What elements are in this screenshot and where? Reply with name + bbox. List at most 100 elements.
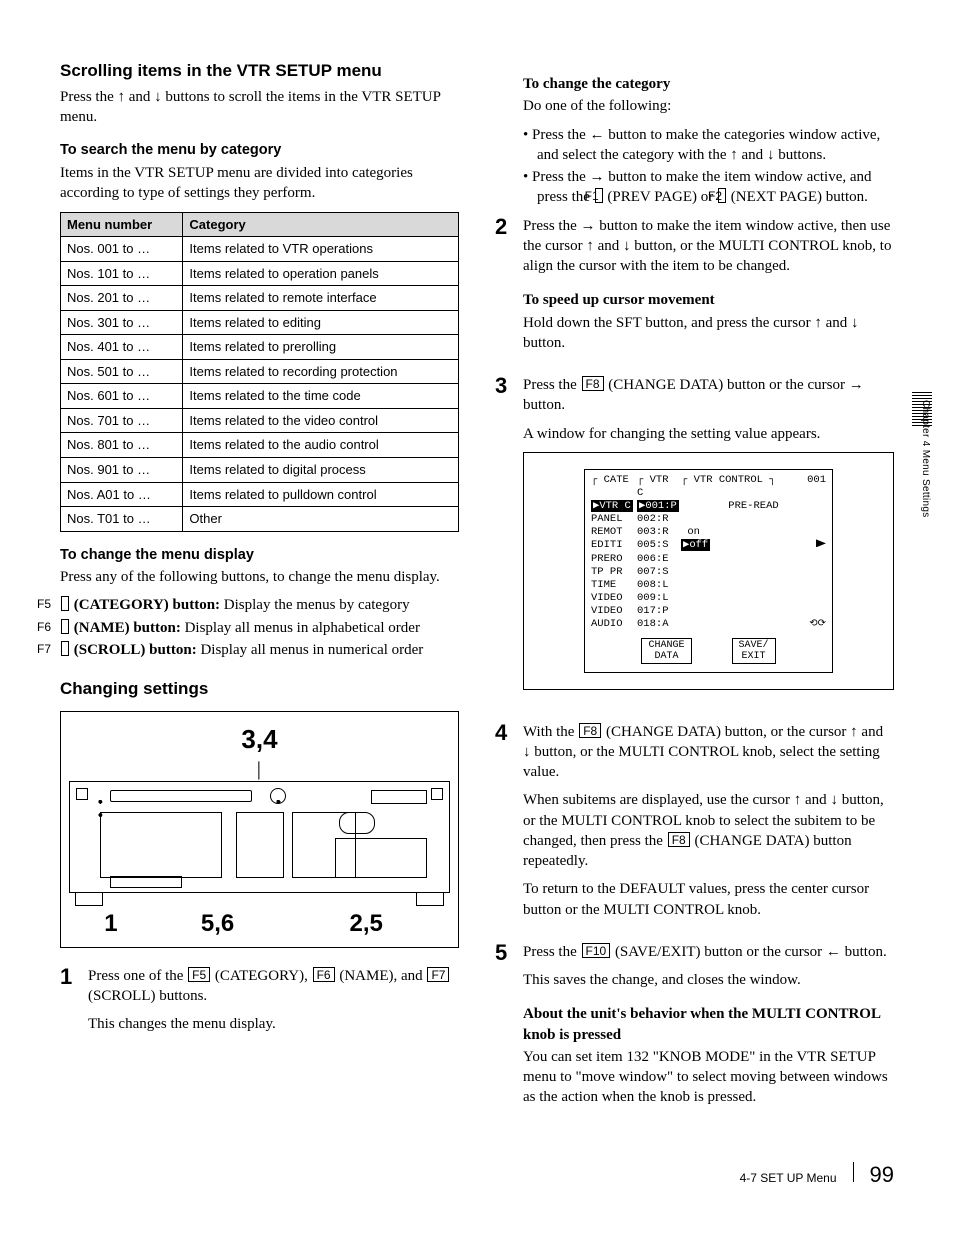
screen-text: VIDEO — [591, 592, 637, 605]
text: (NAME), and — [336, 968, 427, 984]
step-text: With the F8 (CHANGE DATA) button, or the… — [523, 722, 894, 783]
text: Display all menus in alphabetical order — [181, 620, 420, 636]
left-arrow-icon: ← — [590, 127, 605, 143]
step-1: 1 Press one of the F5 (CATEGORY), F6 (NA… — [60, 966, 459, 1043]
text: (CHANGE DATA) button, or the cursor — [602, 724, 850, 740]
step-text: When subitems are displayed, use the cur… — [523, 790, 894, 871]
step-text: Press one of the F5 (CATEGORY), F6 (NAME… — [88, 966, 459, 1007]
f6-key-icon: F6 — [313, 967, 335, 982]
cell: Nos. T01 to … — [61, 507, 183, 532]
screen-text: AUDIO — [591, 618, 637, 632]
right-arrow-icon: → — [849, 377, 864, 393]
right-column: To change the category Do one of the fol… — [495, 60, 894, 1130]
footer-section: 4-7 SET UP Menu — [740, 1170, 837, 1186]
cell: Other — [183, 507, 459, 532]
up-arrow-icon: ↑ — [118, 89, 126, 105]
callout-25: 2,5 — [282, 908, 450, 940]
table-row: Nos. 001 to …Items related to VTR operat… — [61, 237, 459, 262]
screen-text: 017:P — [637, 605, 681, 618]
step-text: Press the → button to make the item wind… — [523, 216, 894, 277]
f5-key-icon: F5 — [61, 596, 69, 611]
cell: Items related to VTR operations — [183, 237, 459, 262]
subhead-search: To search the menu by category — [60, 141, 459, 161]
text: button, or the MULTI CONTROL knob, selec… — [523, 744, 880, 780]
device-buttons — [110, 876, 182, 888]
step-text: Press the F8 (CHANGE DATA) button or the… — [523, 375, 894, 416]
heading-scrolling: Scrolling items in the VTR SETUP menu — [60, 60, 459, 83]
text: Press the — [532, 127, 590, 143]
step-4: 4 With the F8 (CHANGE DATA) button, or t… — [495, 722, 894, 928]
screen-text: CATE — [604, 474, 629, 486]
text: and — [822, 315, 851, 331]
leader-line: │ — [69, 761, 450, 781]
cell: Nos. A01 to … — [61, 482, 183, 507]
cell: Items related to pulldown control — [183, 482, 459, 507]
device-body — [69, 781, 450, 893]
change-display-para: Press any of the following buttons, to c… — [60, 567, 459, 587]
screen-text: 002:R — [637, 513, 681, 526]
table-row: Nos. 101 to …Items related to operation … — [61, 261, 459, 286]
cell: Nos. 101 to … — [61, 261, 183, 286]
screen-text: PANEL — [591, 513, 637, 526]
cell: Nos. 001 to … — [61, 237, 183, 262]
f8-key-icon: F8 — [668, 832, 690, 847]
screen-button-change: CHANGEDATA — [641, 638, 691, 664]
cell: Items related to the audio control — [183, 433, 459, 458]
step-text: This changes the menu display. — [88, 1014, 459, 1034]
screen-sel: ▶001:P — [637, 500, 679, 512]
cell: Items related to recording protection — [183, 359, 459, 384]
cell: Nos. 801 to … — [61, 433, 183, 458]
scroll-down-icon — [816, 539, 826, 547]
table-row: Nos. A01 to …Items related to pulldown c… — [61, 482, 459, 507]
screen-text: 003:R — [637, 526, 681, 539]
cc-intro: Do one of the following: — [523, 96, 894, 116]
footer-divider — [853, 1162, 854, 1182]
step-number: 4 — [495, 722, 523, 928]
list-item: F5 (CATEGORY) button: Display the menus … — [60, 595, 459, 615]
screen-text: REMOT — [591, 526, 637, 539]
f7-key-icon: F7 — [427, 967, 449, 982]
step-text: A window for changing the setting value … — [523, 424, 894, 444]
screen-button-save: SAVE/EXIT — [732, 638, 776, 664]
text: and — [858, 724, 883, 740]
chapter-tab: Chapter 4 Menu Settings — [919, 400, 933, 518]
device-dial — [270, 788, 286, 804]
text: Display all menus in numerical order — [197, 642, 424, 658]
text: and — [738, 147, 767, 163]
step-number: 5 — [495, 942, 523, 1116]
screen-text: VTR CONTROL — [694, 474, 763, 486]
cell: Items related to editing — [183, 310, 459, 335]
text: and — [801, 792, 830, 808]
screen-illustration: ┌ CATE ┌ VTR C ┌ VTR CONTROL001 ┐ ▶VTR C… — [523, 452, 894, 690]
left-column: Scrolling items in the VTR SETUP menu Pr… — [60, 60, 459, 1130]
text: (CHANGE DATA) button or the cursor — [605, 377, 849, 393]
screen-text: VIDEO — [591, 605, 637, 618]
f7-key-icon: F7 — [61, 641, 69, 656]
scroll-intro: Press the ↑ and ↓ buttons to scroll the … — [60, 87, 459, 128]
subhead-speed: To speed up cursor movement — [523, 290, 894, 310]
device-illustration: 3,4 │ 1 5,6 2,5 — [60, 711, 459, 948]
cell: Nos. 701 to … — [61, 408, 183, 433]
screen-text: 009:L — [637, 592, 681, 605]
table-row: Nos. 201 to …Items related to remote int… — [61, 286, 459, 311]
device-strip — [110, 790, 252, 802]
text: Hold down the SFT button, and press the … — [523, 315, 814, 331]
text-bold: (CATEGORY) button: — [70, 597, 220, 613]
screen-text: on — [687, 526, 700, 538]
text-bold: (SCROLL) button: — [70, 642, 197, 658]
table-row: Nos. 401 to …Items related to prerolling — [61, 335, 459, 360]
list-item: Press the ← button to make the categorie… — [523, 125, 894, 166]
device-panel — [100, 812, 222, 878]
down-arrow-icon: ↓ — [851, 315, 859, 331]
page-footer: 4-7 SET UP Menu 99 — [60, 1160, 894, 1190]
screen-text: 008:L — [637, 579, 681, 592]
f8-key-icon: F8 — [582, 376, 604, 391]
up-arrow-icon: ↑ — [730, 147, 738, 163]
text: (SCROLL) buttons. — [88, 988, 207, 1004]
step-number: 1 — [60, 966, 88, 1043]
text: Display the menus by category — [220, 597, 410, 613]
subhead-about-knob: About the unit's behavior when the MULTI… — [523, 1004, 894, 1045]
screen-text: 005:S — [637, 539, 681, 552]
screen-text: TIME — [591, 579, 637, 592]
step-3: 3 Press the F8 (CHANGE DATA) button or t… — [495, 375, 894, 708]
